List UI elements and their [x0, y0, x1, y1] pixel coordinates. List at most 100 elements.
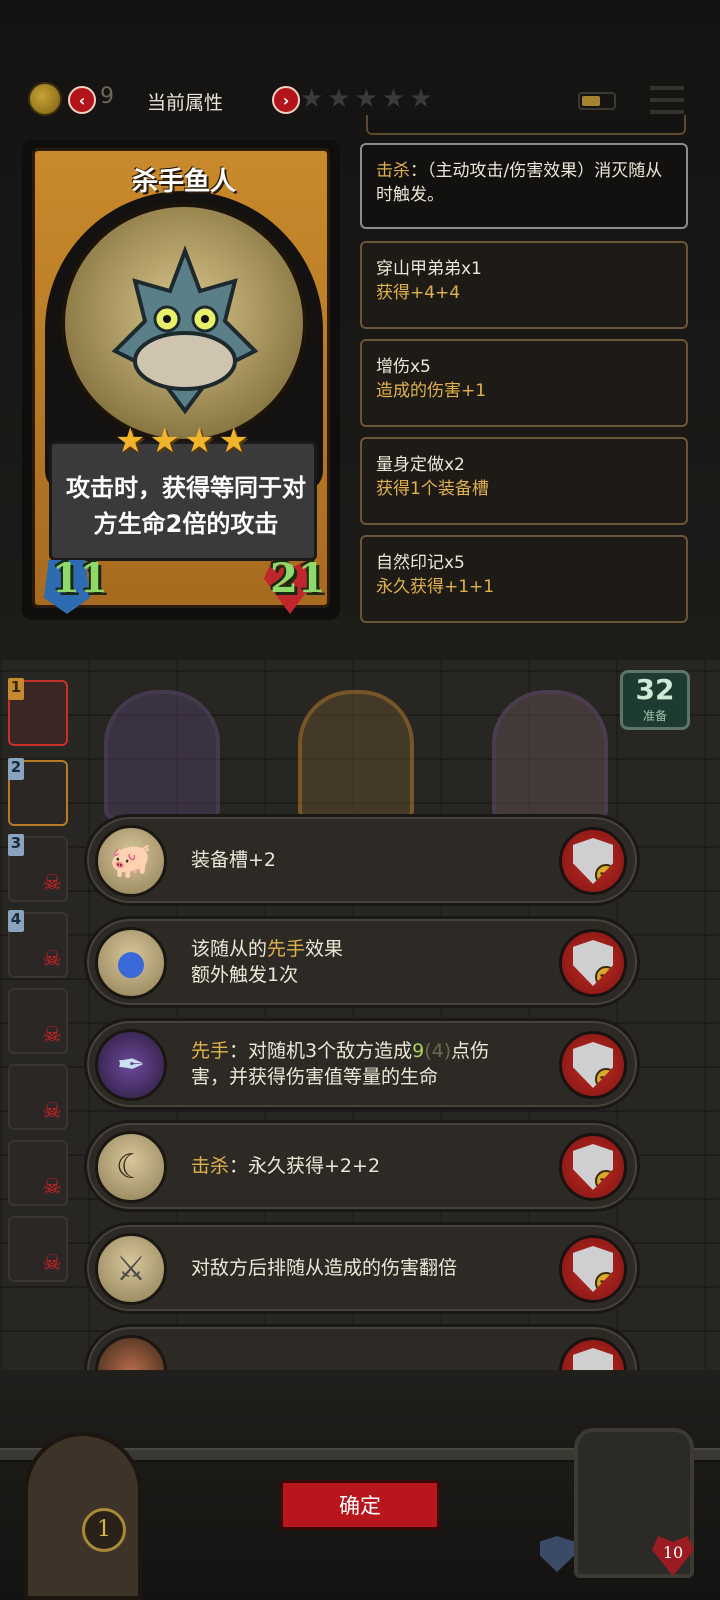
damage-value: 9	[412, 1040, 425, 1062]
damage-base-value: (4)	[424, 1040, 452, 1062]
effect-detail: 造成的伤害+1	[376, 381, 487, 401]
remove-equipment-button[interactable]: −	[559, 1133, 627, 1201]
equipment-text: 装备槽+2	[191, 849, 277, 871]
effect-item[interactable]: 增伤x5 造成的伤害+1	[360, 339, 688, 427]
skull-icon: ☠	[42, 947, 62, 972]
equipment-text: 效果	[305, 938, 344, 960]
slot-number: 2	[8, 758, 24, 780]
star-rating-icon: ★★★★★	[300, 84, 437, 114]
keyword-text: ：（主动攻击/伤害效果）消灭随从时触发。	[376, 161, 663, 205]
equipment-text: 对敌方后排随从造成的伤害翻倍	[191, 1257, 458, 1279]
deck-counter[interactable]: 32 准备	[620, 670, 690, 730]
effect-detail: 永久获得+1+1	[376, 577, 495, 597]
shield-icon: −	[573, 1144, 613, 1190]
battery-icon	[578, 92, 616, 110]
shield-icon: −	[573, 940, 613, 986]
equipment-row[interactable]: ☾ 击杀：永久获得+2+2 −	[84, 1120, 640, 1212]
deck-label: 准备	[642, 709, 667, 723]
shield-icon: −	[573, 1246, 613, 1292]
unit-slot[interactable]: 3 ☠	[8, 834, 68, 902]
shield-icon: −	[573, 1042, 613, 1088]
card-stars: ★★★★	[115, 421, 253, 461]
unit-slot[interactable]: ☠	[8, 1064, 68, 1130]
keyword-label: 先手	[191, 1040, 230, 1062]
skull-icon: ☠	[42, 871, 62, 896]
effect-item[interactable]: 自然印记x5 永久获得+1+1	[360, 535, 688, 623]
next-arrow-button[interactable]: ›	[272, 86, 300, 114]
prev-arrow-button[interactable]: ‹	[68, 86, 96, 114]
equipment-icon	[95, 1335, 167, 1370]
menu-icon[interactable]	[650, 86, 684, 114]
skull-icon: ☠	[42, 1023, 62, 1048]
unit-slot[interactable]: ☠	[8, 988, 68, 1054]
orb-icon: ●	[95, 927, 167, 999]
skull-icon: ☠	[42, 1099, 62, 1124]
equipment-row[interactable]: ✒ 先手：对随机3个敌方造成9(4)点伤 害，并获得伤害值等量的生命 −	[84, 1018, 640, 1110]
slot-number: 3	[8, 834, 24, 856]
attack-value: 11	[52, 555, 108, 602]
gold-coin-icon	[28, 82, 62, 116]
equipment-text: ：对随机3个敌方造成	[229, 1040, 413, 1062]
unit-slot[interactable]: 1	[8, 678, 68, 746]
board-unit-card[interactable]	[298, 690, 414, 820]
equipment-row[interactable]	[84, 1324, 640, 1370]
card-frame: 杀手鱼人 攻击时，获得等同于对方生命2倍的攻击 ★★★★	[32, 148, 330, 608]
remove-equipment-button[interactable]: −	[559, 827, 627, 895]
skull-icon: ☠	[42, 1251, 62, 1276]
equipment-row[interactable]: ⚔ 对敌方后排随从造成的伤害翻倍 −	[84, 1222, 640, 1314]
minus-icon: −	[595, 966, 613, 986]
equipment-text: 害，并获得伤害值等量的生命	[191, 1066, 439, 1088]
effect-name: 量身定做x2	[376, 455, 465, 475]
fishman-icon	[111, 245, 259, 415]
keyword-label: 先手	[267, 938, 306, 960]
unit-slot[interactable]: ☠	[8, 1216, 68, 1282]
effect-name: 穿山甲弟弟x1	[376, 259, 482, 279]
equipment-row[interactable]: ● 该随从的先手效果 额外触发1次 −	[84, 916, 640, 1008]
confirm-button[interactable]: 确定	[280, 1480, 440, 1530]
crossbow-icon: ⚔	[95, 1233, 167, 1305]
unit-slot[interactable]: 2	[8, 758, 68, 826]
shield-icon: −	[573, 838, 613, 884]
unit-slot[interactable]: ☠	[8, 1140, 68, 1206]
effects-list-cap	[366, 115, 686, 135]
pig-icon: 🐖	[95, 825, 167, 897]
effect-detail: 获得1个装备槽	[376, 479, 489, 499]
board-unit-card[interactable]	[492, 690, 608, 820]
effect-name: 增伤x5	[376, 357, 431, 377]
keyword-label: 击杀	[191, 1155, 230, 1177]
effect-name: 自然印记x5	[376, 553, 465, 573]
equipment-text: 额外触发1次	[191, 964, 299, 986]
board-unit-card[interactable]	[104, 690, 220, 820]
remove-equipment-button[interactable]: −	[559, 1031, 627, 1099]
unit-card: 杀手鱼人 攻击时，获得等同于对方生命2倍的攻击 ★★★★ 11 21	[22, 140, 340, 620]
door-coin: 1	[82, 1508, 126, 1552]
remove-equipment-button[interactable]	[559, 1337, 627, 1370]
skull-icon: ☠	[42, 1175, 62, 1200]
minus-icon: −	[595, 1068, 613, 1088]
minus-icon: −	[595, 864, 613, 884]
remove-equipment-button[interactable]: −	[559, 1235, 627, 1303]
deck-count: 32	[635, 673, 675, 706]
equipment-text: 点伤	[451, 1040, 490, 1062]
feather-icon: ✒	[95, 1029, 167, 1101]
equipment-row[interactable]: 🐖 装备槽+2 −	[84, 814, 640, 906]
card-name: 杀手鱼人	[131, 167, 236, 197]
unit-slot[interactable]: 4 ☠	[8, 910, 68, 978]
slot-number: 4	[8, 910, 24, 932]
equipment-text: ：永久获得+2+2	[229, 1155, 381, 1177]
equipment-list: 🐖 装备槽+2 − ● 该随从的先手效果 额外触发1次 − ✒ 先手：对随机3个…	[84, 810, 644, 1370]
card-description: 攻击时，获得等同于对方生命2倍的攻击	[66, 474, 306, 538]
effect-item[interactable]: 穿山甲弟弟x1 获得+4+4	[360, 241, 688, 329]
keyword-label: 击杀	[376, 161, 410, 181]
effects-list: 击杀：（主动攻击/伤害效果）消灭随从时触发。 穿山甲弟弟x1 获得+4+4 增伤…	[358, 115, 690, 625]
effect-item[interactable]: 量身定做x2 获得1个装备槽	[360, 437, 688, 525]
minus-icon: −	[595, 1272, 613, 1292]
slot-number: 1	[8, 678, 24, 700]
scythe-icon: ☾	[95, 1131, 167, 1203]
door-icon	[24, 1432, 142, 1600]
keyword-tooltip: 击杀：（主动攻击/伤害效果）消灭随从时触发。	[360, 143, 688, 229]
equipment-text: 该随从的	[191, 938, 268, 960]
remove-equipment-button[interactable]: −	[559, 929, 627, 997]
health-value: 21	[270, 555, 326, 602]
minus-icon: −	[595, 1170, 613, 1190]
